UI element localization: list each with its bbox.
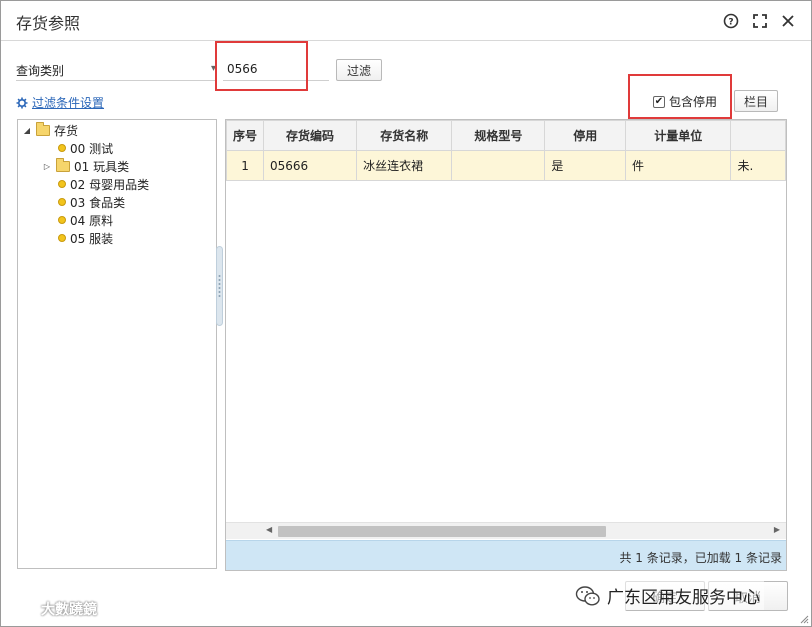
- column-header-seq[interactable]: 序号: [226, 120, 265, 151]
- watermark-right-text: 广东区用友服务中心: [607, 588, 760, 608]
- tree-node-label: 01 玩具类: [74, 159, 130, 174]
- close-icon[interactable]: [778, 11, 798, 31]
- leaf-node-icon: [58, 144, 66, 152]
- scroll-left-icon[interactable]: ◀: [266, 525, 272, 534]
- include-stopped-option[interactable]: ✔ 包含停用: [653, 93, 717, 110]
- leaf-node-icon: [58, 234, 66, 242]
- query-input[interactable]: [223, 57, 329, 81]
- include-stopped-checkbox[interactable]: ✔: [653, 95, 665, 108]
- title-bar: 存货参照 ?: [1, 1, 811, 41]
- table-row[interactable]: 1 05666 冰丝连衣裙 是 件 未.: [226, 150, 786, 181]
- folder-icon: [56, 157, 70, 172]
- brand-logo-icon: [11, 602, 35, 616]
- tree-node-01[interactable]: ▷ 01 玩具类: [42, 157, 129, 175]
- table-cell: [451, 150, 546, 181]
- resize-grip-icon[interactable]: [799, 614, 809, 624]
- filter-button[interactable]: 过滤: [336, 59, 382, 81]
- query-type-label: 查询类别: [16, 64, 65, 78]
- table-cell: 是: [544, 150, 627, 181]
- tree-node-label: 05 服装: [70, 231, 114, 246]
- watermark-left: 大數蹺鏡: [11, 599, 97, 619]
- grip-dots-icon: [218, 275, 221, 297]
- column-header-unit[interactable]: 计量单位: [625, 120, 732, 151]
- tree-node-root[interactable]: ◢ 存货: [22, 121, 78, 139]
- table-cell: 件: [625, 150, 732, 181]
- tree-node-02[interactable]: 02 母婴用品类: [58, 175, 149, 193]
- tree-node-label: 04 原料: [70, 213, 114, 228]
- wechat-icon: [575, 585, 600, 606]
- maximize-icon[interactable]: [750, 11, 770, 31]
- horizontal-scrollbar[interactable]: ◀ ▶: [226, 522, 786, 539]
- watermark-right: 广东区用友服务中心: [571, 581, 764, 610]
- inventory-reference-dialog: 存货参照 ? 查询类别 ▾ 过滤 过滤条件设置 ✔ 包含停用 栏目 ◢ 存货: [0, 0, 812, 627]
- table-cell: 1: [226, 150, 265, 181]
- leaf-node-icon: [58, 198, 66, 206]
- help-circle-icon[interactable]: ?: [721, 11, 741, 31]
- column-header-stopped[interactable]: 停用: [544, 120, 627, 151]
- column-header-code[interactable]: 存货编码: [263, 120, 358, 151]
- scroll-right-icon[interactable]: ▶: [774, 525, 780, 534]
- category-tree: ◢ 存货 00 测试 ▷ 01 玩具类 02 母婴用品类 03 食品类 04 原…: [17, 119, 217, 569]
- svg-text:?: ?: [728, 18, 733, 28]
- filter-settings-link[interactable]: 过滤条件设置: [16, 94, 104, 111]
- inventory-grid: 序号 存货编码 存货名称 规格型号 停用 计量单位 1 05666 冰丝连衣裙 …: [225, 119, 787, 571]
- collapsed-triangle-icon[interactable]: ▷: [42, 162, 52, 171]
- gear-icon: [16, 97, 28, 108]
- scrollbar-thumb[interactable]: [278, 526, 606, 537]
- panel-splitter[interactable]: [216, 246, 223, 326]
- tree-node-label: 00 测试: [70, 141, 114, 156]
- include-stopped-label: 包含停用: [669, 95, 718, 109]
- column-header-extra[interactable]: [730, 120, 786, 151]
- record-count-text: 共 1 条记录，已加载 1 条记录: [619, 551, 782, 565]
- dialog-title: 存货参照: [16, 14, 81, 33]
- inventory-table: 序号 存货编码 存货名称 规格型号 停用 计量单位 1 05666 冰丝连衣裙 …: [226, 120, 786, 181]
- watermark-left-text: 大數蹺鏡: [41, 602, 97, 618]
- tree-node-00[interactable]: 00 测试: [58, 139, 113, 157]
- folder-open-icon: [36, 121, 50, 136]
- tree-node-label: 03 食品类: [70, 195, 126, 210]
- chevron-down-icon: ▾: [210, 63, 216, 74]
- tree-node-03[interactable]: 03 食品类: [58, 193, 125, 211]
- leaf-node-icon: [58, 180, 66, 188]
- columns-button[interactable]: 栏目: [734, 90, 778, 112]
- table-cell: 05666: [263, 150, 358, 181]
- tree-node-04[interactable]: 04 原料: [58, 211, 113, 229]
- expanded-triangle-icon[interactable]: ◢: [22, 126, 32, 135]
- query-type-select[interactable]: 查询类别 ▾: [16, 59, 216, 81]
- table-cell: 未.: [730, 150, 786, 181]
- tree-node-label: 存货: [54, 123, 79, 138]
- tree-node-label: 02 母婴用品类: [70, 177, 150, 192]
- grid-status-bar: 共 1 条记录，已加载 1 条记录: [226, 540, 786, 570]
- column-header-spec[interactable]: 规格型号: [451, 120, 546, 151]
- tree-node-05[interactable]: 05 服装: [58, 229, 113, 247]
- leaf-node-icon: [58, 216, 66, 224]
- filter-settings-label: 过滤条件设置: [32, 96, 105, 110]
- column-header-name[interactable]: 存货名称: [356, 120, 453, 151]
- table-cell: 冰丝连衣裙: [356, 150, 453, 181]
- table-header-row: 序号 存货编码 存货名称 规格型号 停用 计量单位: [226, 120, 786, 151]
